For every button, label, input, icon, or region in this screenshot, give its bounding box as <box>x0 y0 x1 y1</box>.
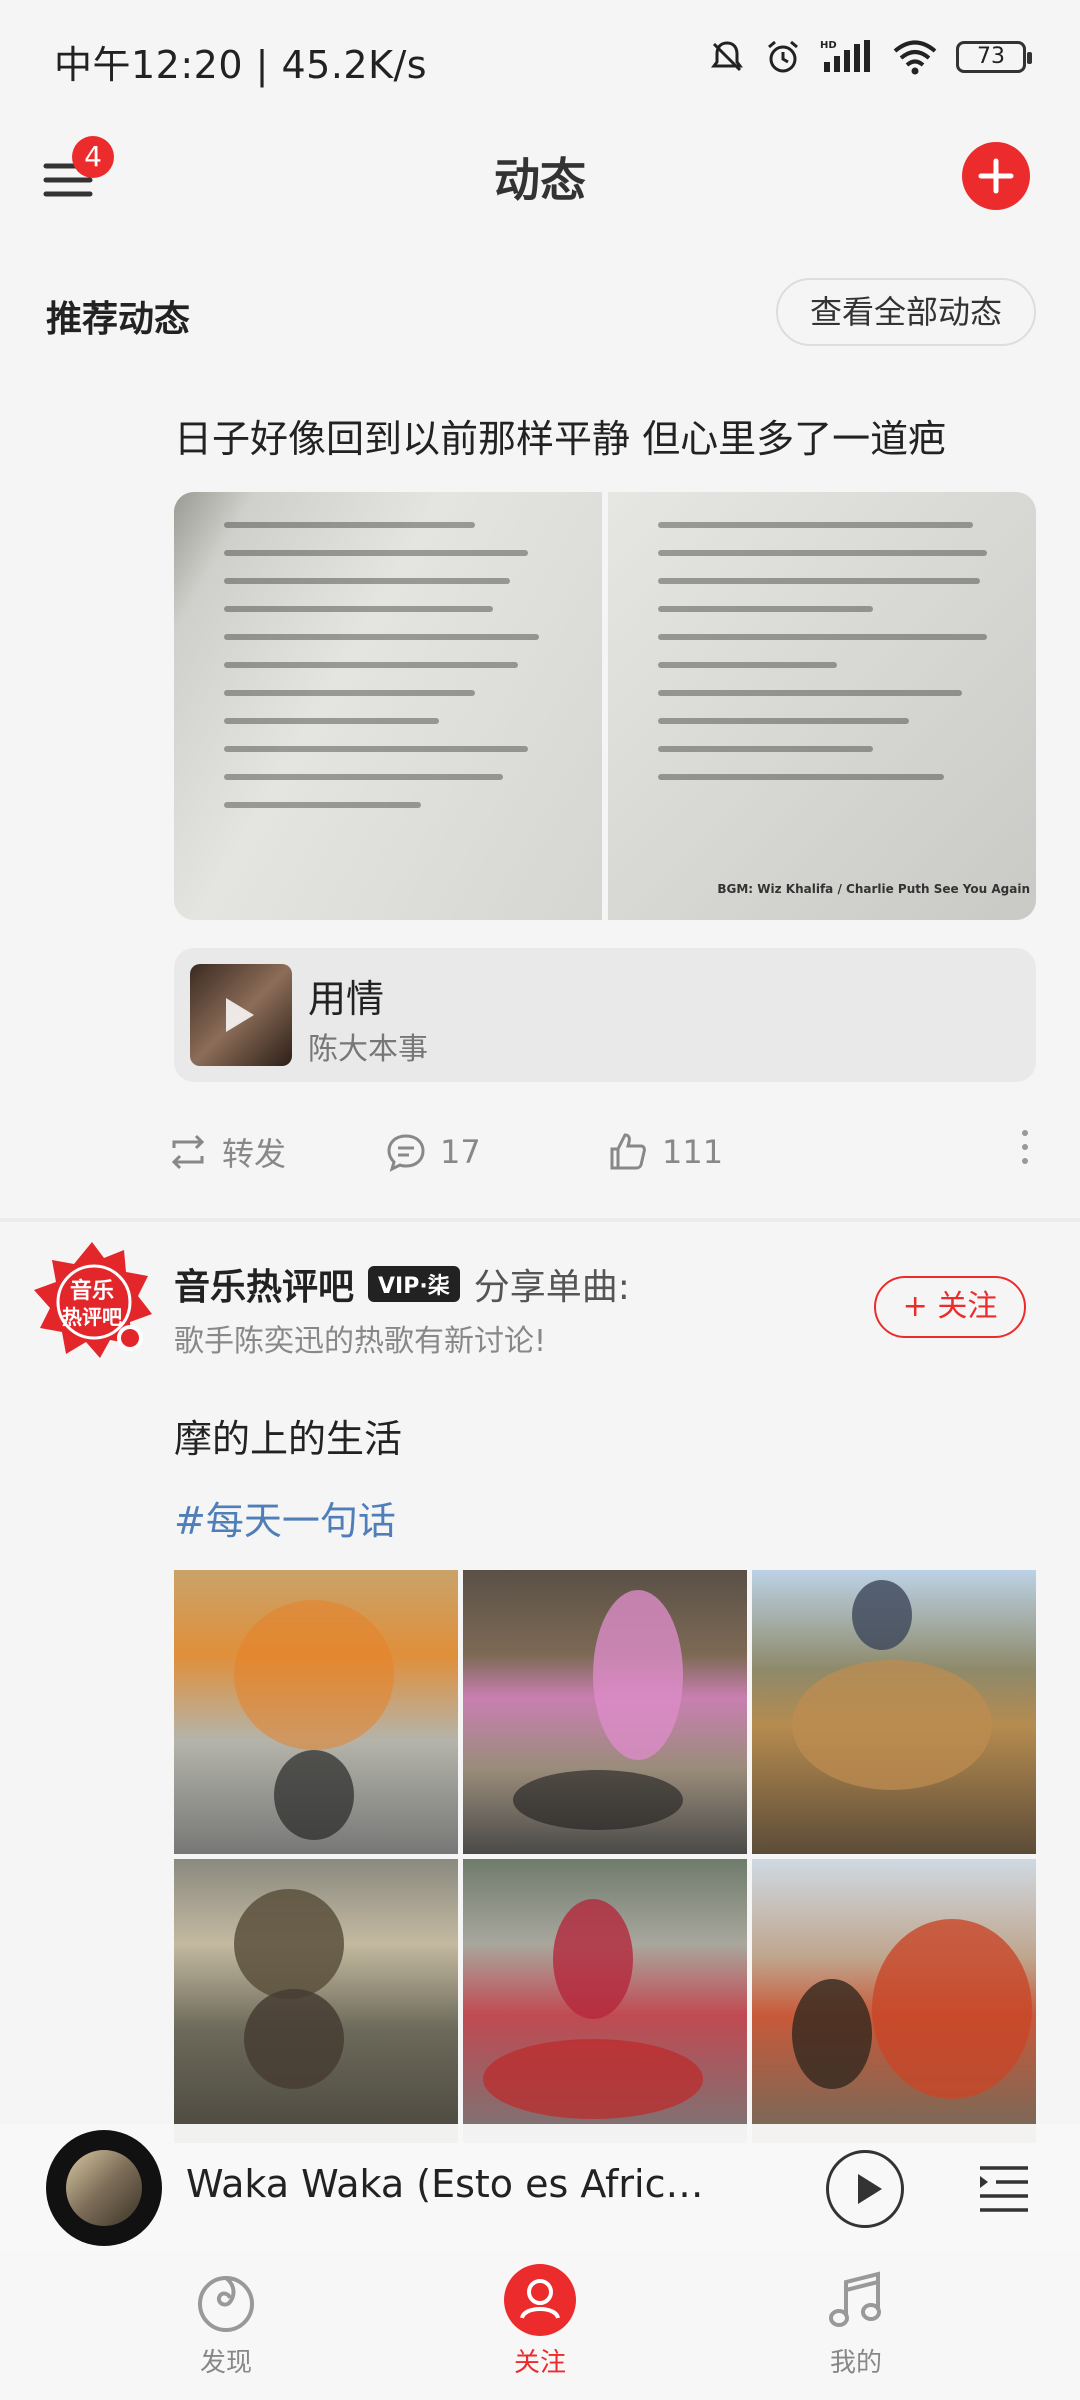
nav-mine-label: 我的 <box>829 2348 882 2378</box>
status-icons: HD 73 <box>708 38 1032 76</box>
discover-icon <box>198 2276 254 2332</box>
like-button[interactable]: 111 <box>606 1120 723 1184</box>
author-row: 音乐热评吧 VIP·柒 分享单曲: <box>174 1258 630 1310</box>
add-button[interactable] <box>962 142 1030 210</box>
follow-icon <box>504 2264 576 2336</box>
header: 4 动态 <box>0 120 1080 230</box>
playlist-icon[interactable] <box>976 2160 1032 2216</box>
share-label: 分享单曲: <box>473 1267 630 1308</box>
book-photo-left[interactable] <box>174 492 602 920</box>
play-button[interactable] <box>826 2150 904 2228</box>
photo-thumbnail[interactable] <box>463 1859 747 2143</box>
post-actions: 转发 17 111 <box>166 1120 1040 1184</box>
photo-thumbnail[interactable] <box>174 1859 458 2143</box>
more-options-icon[interactable] <box>1022 1130 1030 1164</box>
battery-indicator: 73 <box>956 41 1032 73</box>
author-avatar[interactable]: 音乐 热评吧 <box>30 1238 154 1362</box>
comment-button[interactable]: 17 <box>384 1120 481 1184</box>
repost-icon <box>171 1134 205 1170</box>
nav-follow[interactable]: 关注 <box>460 2262 620 2379</box>
player-song-title[interactable]: Waka Waka (Esto es Africa) (... <box>186 2162 726 2206</box>
mute-bell-icon <box>711 41 743 72</box>
mini-player[interactable]: Waka Waka (Esto es Africa) (... <box>0 2124 1080 2250</box>
signal-icon: HD <box>820 40 870 72</box>
nav-mine[interactable]: 我的 <box>776 2262 936 2379</box>
repost-label: 转发 <box>222 1135 287 1173</box>
music-note-icon <box>829 2271 881 2327</box>
thumbs-up-icon <box>610 1133 646 1170</box>
page-title: 动态 <box>494 153 586 207</box>
plus-icon <box>978 158 1014 194</box>
svg-text:HD: HD <box>820 40 837 51</box>
photo-thumbnail[interactable] <box>752 1859 1036 2143</box>
song-cover[interactable] <box>190 964 292 1066</box>
vip-badge: VIP·柒 <box>368 1266 460 1302</box>
nav-follow-label: 关注 <box>513 2348 566 2378</box>
view-all-button[interactable]: 查看全部动态 <box>775 278 1036 346</box>
photo-grid <box>174 1570 1036 2143</box>
repost-button[interactable]: 转发 <box>166 1120 286 1184</box>
status-bar: 中午12:20 | 45.2K/s HD 73 <box>0 0 1080 120</box>
photo-thumbnail[interactable] <box>174 1570 458 1854</box>
photo-thumbnail[interactable] <box>752 1570 1036 1854</box>
song-name: 用情 <box>308 977 385 1021</box>
author-subtitle: 歌手陈奕迅的热歌有新讨论! <box>174 1324 547 1359</box>
hashtag-link[interactable]: #每天一句话 <box>174 1490 396 1545</box>
song-artist: 陈大本事 <box>308 1032 428 1067</box>
play-icon <box>226 998 254 1032</box>
svg-text:音乐: 音乐 <box>70 1278 114 1304</box>
bottom-nav: 发现 关注 我的 <box>0 2250 1080 2400</box>
status-time-speed: 中午12:20 | 45.2K/s <box>54 43 428 87</box>
alarm-icon <box>768 40 798 73</box>
section-title: 推荐动态 <box>46 299 191 340</box>
nav-discover-label: 发现 <box>199 2348 252 2378</box>
comment-count: 17 <box>440 1133 481 1171</box>
follow-button[interactable]: + 关注 <box>874 1276 1026 1338</box>
wifi-icon <box>893 40 937 75</box>
book-photo-right[interactable]: BGM: Wiz Khalifa / Charlie Puth See You … <box>608 492 1036 920</box>
post-text: 日子好像回到以前那样平静 但心里多了一道疤 <box>174 417 947 461</box>
post-text: 摩的上的生活 <box>174 1417 403 1461</box>
divider <box>0 1218 1080 1222</box>
author-name[interactable]: 音乐热评吧 <box>174 1258 354 1310</box>
post-photos[interactable]: BGM: Wiz Khalifa / Charlie Puth See You … <box>174 492 1036 920</box>
song-card[interactable]: 用情 陈大本事 <box>174 948 1036 1082</box>
bgm-text: BGM: Wiz Khalifa / Charlie Puth See You … <box>717 882 1030 896</box>
nav-discover[interactable]: 发现 <box>146 2262 306 2379</box>
svg-text:热评吧: 热评吧 <box>62 1305 122 1329</box>
comment-icon <box>387 1134 425 1172</box>
photo-thumbnail[interactable] <box>463 1570 747 1854</box>
like-count: 111 <box>662 1133 724 1171</box>
player-album-disc[interactable] <box>46 2130 162 2246</box>
